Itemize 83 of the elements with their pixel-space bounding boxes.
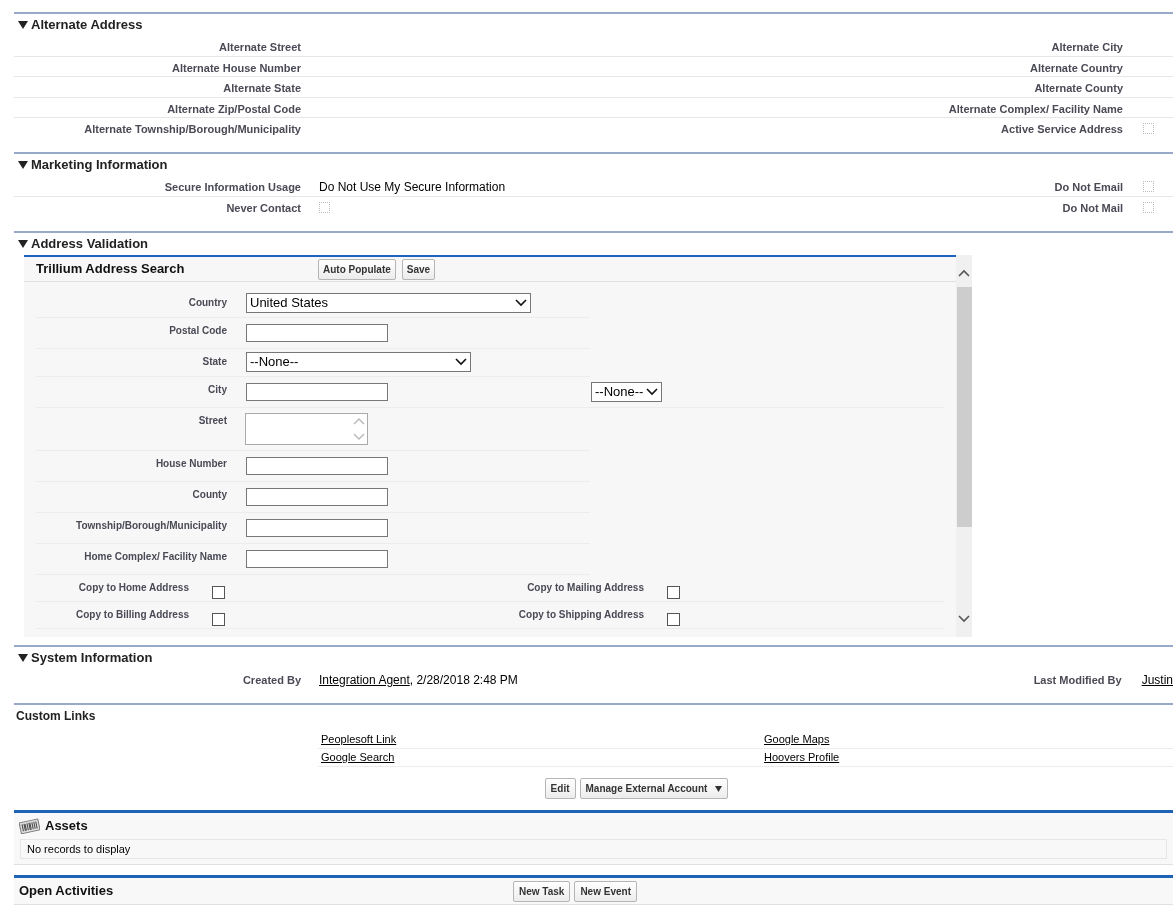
field-label: Copy to Home Address (78, 582, 189, 593)
field-label: House Number (155, 458, 227, 469)
chevron-up-icon (958, 269, 970, 277)
text-input[interactable] (246, 488, 388, 506)
text-input[interactable] (246, 550, 388, 568)
field-value: Do Not Use My Secure Information (319, 179, 506, 196)
chevron-down-icon (646, 388, 658, 396)
empty-message: No records to display (27, 841, 131, 857)
barcode-icon (19, 818, 40, 834)
dropdown-select[interactable]: --None-- (591, 382, 662, 402)
collapse-triangle-icon[interactable] (18, 240, 28, 248)
collapse-triangle-icon[interactable] (18, 161, 28, 169)
field-label: Created By (242, 674, 301, 686)
action-button[interactable]: Edit (544, 778, 576, 799)
related-list-title: Open Activities (19, 882, 115, 901)
field-label: County (192, 489, 227, 500)
field-label: Alternate House Number (172, 61, 301, 74)
custom-link[interactable]: Hoovers Profile (764, 749, 840, 766)
section-title: Custom Links (16, 708, 96, 725)
checkbox[interactable] (667, 586, 680, 599)
field-label: Last Modified By (1033, 674, 1122, 686)
field-label: Home Complex/ Facility Name (84, 551, 227, 562)
field-label: Copy to Mailing Address (527, 582, 644, 593)
field-label: Alternate Township/Borough/Municipality (84, 123, 301, 135)
field-label: Alternate Country (1030, 61, 1123, 74)
menu-button[interactable]: Manage External Account (579, 778, 729, 799)
collapse-triangle-icon[interactable] (18, 654, 28, 662)
timestamp: , 2/28/2018 2:48 PM (409, 672, 518, 689)
field-label: Alternate Zip/Postal Code (167, 102, 301, 115)
field-label: Postal Code (169, 325, 227, 336)
scrollbar[interactable] (956, 255, 972, 637)
dropdown-select[interactable]: --None-- (246, 352, 471, 372)
checkbox[interactable] (212, 586, 225, 599)
field-label: Country (188, 297, 227, 308)
field-label: Copy to Billing Address (76, 609, 189, 620)
field-label: City (208, 384, 227, 395)
field-label: Active Service Address (1001, 123, 1123, 135)
action-button[interactable]: New Task (513, 880, 571, 902)
chevron-down-icon (515, 299, 527, 307)
field-label: Do Not Mail (1062, 202, 1123, 214)
text-area[interactable] (245, 413, 368, 445)
section-title: System Information (31, 649, 153, 668)
section-title: Alternate Address (31, 16, 143, 35)
field-label: Never Contact (226, 202, 301, 214)
field-label: Alternate Street (219, 41, 301, 53)
panel-button[interactable]: Save (401, 258, 436, 280)
checkbox[interactable] (1143, 202, 1154, 213)
panel-title: Trillium Address Search (36, 260, 186, 279)
checkbox[interactable] (1143, 181, 1154, 192)
action-button[interactable]: New Event (574, 880, 637, 902)
related-list-title: Assets (45, 817, 89, 836)
field-label: Township/Borough/Municipality (76, 520, 227, 531)
text-input[interactable] (246, 519, 388, 537)
checkbox[interactable] (319, 202, 330, 213)
panel-button[interactable]: Auto Populate (318, 258, 396, 280)
caret-down-icon (715, 785, 723, 792)
checkbox[interactable] (1143, 123, 1154, 134)
field-label: Secure Information Usage (164, 181, 301, 193)
text-input[interactable] (246, 383, 388, 401)
chevron-down-icon (455, 358, 467, 366)
dropdown-select[interactable]: United States (246, 293, 531, 313)
field-label: Street (198, 415, 227, 426)
text-input[interactable] (246, 324, 388, 342)
field-label: Copy to Shipping Address (518, 609, 644, 620)
field-label: Alternate State (223, 82, 301, 94)
user-link[interactable]: Justin (1141, 671, 1173, 689)
collapse-triangle-icon[interactable] (18, 21, 28, 29)
chevron-down-icon (958, 615, 970, 623)
field-label: Alternate Complex/ Facility Name (948, 102, 1123, 115)
checkbox[interactable] (667, 613, 680, 626)
checkbox[interactable] (212, 613, 225, 626)
user-link[interactable]: Integration Agent (319, 671, 410, 689)
custom-link[interactable]: Google Maps (764, 731, 830, 748)
section-title: Marketing Information (31, 156, 168, 175)
text-input[interactable] (246, 457, 388, 475)
custom-link[interactable]: Peoplesoft Link (321, 733, 397, 746)
field-label: Do Not Email (1054, 181, 1123, 193)
custom-link[interactable]: Google Search (321, 751, 395, 764)
spinner-arrows-icon (352, 415, 366, 443)
section-title: Address Validation (31, 235, 149, 254)
field-label: Alternate City (1051, 41, 1123, 53)
field-label: State (202, 356, 227, 367)
field-label: Alternate County (1034, 82, 1123, 94)
